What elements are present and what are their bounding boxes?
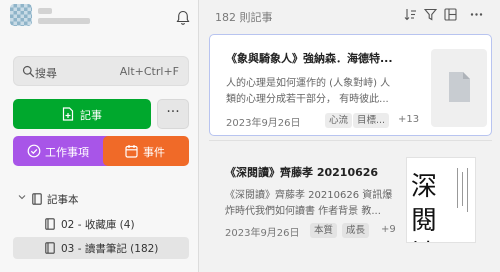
note-snippet-line: 人的心理是如何運作的 (人象對峙) 人 xyxy=(226,78,391,89)
chevron-down-icon[interactable] xyxy=(18,193,26,201)
book-cover-title: 深閱讀 xyxy=(411,172,438,242)
note-title: 《象與騎象人》強納森．海德特... xyxy=(226,52,393,65)
notebooks-label: 記事本 xyxy=(47,194,79,206)
new-event-label: 事件 xyxy=(143,146,165,159)
view-layout-icon[interactable] xyxy=(444,8,457,21)
new-note-button[interactable]: 記事 xyxy=(13,99,151,129)
new-task-label: 工作事項 xyxy=(45,146,89,159)
book-cover-thumbnail: 深閱讀 xyxy=(406,157,476,243)
note-snippet-line: 炸時代我們如何讀書 作者背景 教... xyxy=(225,206,381,217)
note-thumbnail xyxy=(431,49,487,127)
cover-text-line xyxy=(467,168,468,212)
notebook-item-label: 03 - 讀書筆記 (182) xyxy=(61,243,159,255)
notebooks-section[interactable]: 記事本 xyxy=(13,188,189,210)
cover-text-line xyxy=(457,168,458,208)
note-snippet-line: 《深閱讀》齊藤孝 20210626 資訊爆 xyxy=(225,190,393,201)
file-icon xyxy=(449,72,470,102)
account-name-blurred xyxy=(38,8,52,14)
account-header[interactable] xyxy=(10,4,190,32)
notebook-icon xyxy=(32,193,42,205)
note-title: 《深閱讀》齊藤孝 20210626 xyxy=(225,166,379,179)
note-card[interactable]: 《深閱讀》齊藤孝 20210626 《深閱讀》齊藤孝 20210626 資訊爆 … xyxy=(209,149,492,251)
search-bar[interactable]: 搜尋 Alt+Ctrl+F xyxy=(13,56,189,86)
note-date: 2023年9月26日 xyxy=(226,118,301,129)
note-date: 2023年9月26日 xyxy=(225,228,300,239)
new-note-icon xyxy=(62,107,74,121)
divider xyxy=(209,140,492,141)
more-tags-count: +13 xyxy=(398,114,420,125)
filter-icon[interactable] xyxy=(424,8,437,21)
note-tag[interactable]: 心流 xyxy=(325,113,353,128)
note-tag[interactable]: 本質 xyxy=(310,223,338,238)
calendar-icon xyxy=(125,145,138,158)
note-tag[interactable]: 成長 xyxy=(342,223,370,238)
cover-text-line xyxy=(462,172,463,206)
search-label: 搜尋 xyxy=(35,67,57,80)
bell-icon[interactable] xyxy=(176,10,190,26)
note-list: 182 則記事 《象與騎象人》強納森．海德特... 人的心理是如何運作的 (人象… xyxy=(199,0,500,272)
notebook-item-label: 02 - 收藏庫 (4) xyxy=(61,219,135,231)
sidebar: 搜尋 Alt+Ctrl+F 記事 ··· 工作事項 事件 記事本 02 - 收藏… xyxy=(0,0,199,272)
note-card-selected[interactable]: 《象與騎象人》強納森．海德特... 人的心理是如何運作的 (人象對峙) 人 類的… xyxy=(209,34,492,136)
search-icon xyxy=(22,65,35,78)
notebook-icon xyxy=(45,242,55,254)
note-snippet-line: 類的心理分成若干部分， 有時彼此... xyxy=(226,94,389,105)
more-options-button[interactable]: ··· xyxy=(157,99,189,129)
task-check-icon xyxy=(27,144,41,158)
notebook-item-selected[interactable]: 03 - 讀書筆記 (182) xyxy=(13,237,189,259)
account-email-blurred xyxy=(38,18,90,24)
note-tag[interactable]: 目標... xyxy=(353,113,390,128)
notebook-icon xyxy=(45,218,55,230)
new-note-label: 記事 xyxy=(80,109,102,122)
notebook-item[interactable]: 02 - 收藏庫 (4) xyxy=(13,213,189,235)
sort-icon[interactable] xyxy=(404,8,417,21)
more-tags-count: +9 xyxy=(381,224,396,235)
note-count: 182 則記事 xyxy=(215,11,273,24)
search-shortcut: Alt+Ctrl+F xyxy=(119,65,179,78)
more-icon[interactable] xyxy=(470,8,483,21)
new-event-button[interactable]: 事件 xyxy=(103,136,189,166)
avatar[interactable] xyxy=(10,4,32,26)
